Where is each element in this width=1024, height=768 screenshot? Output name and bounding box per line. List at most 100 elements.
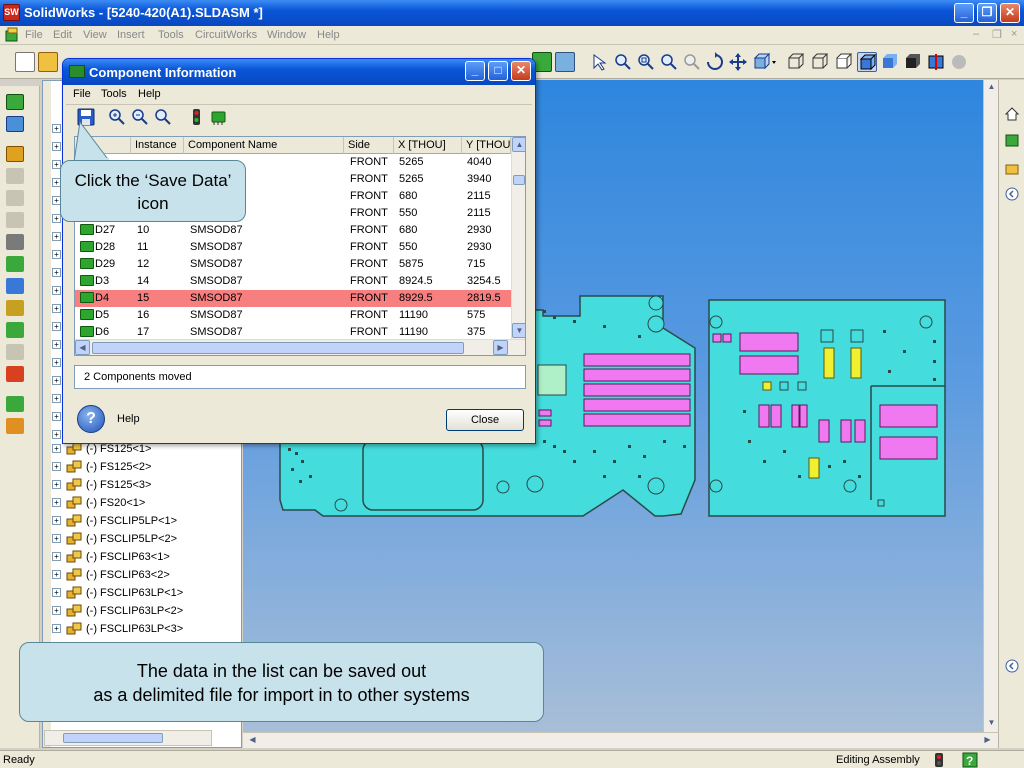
tree-item[interactable]: + (-) FSCLIP5LP<1> [52,512,238,530]
table-row[interactable]: D3 14 SMSOD87 FRONT 8924.5 3254.5 [75,273,511,290]
menu-insert[interactable]: Insert [117,29,145,41]
hidden-lines-visible-icon[interactable] [810,52,830,72]
viewport-vertical-scrollbar[interactable]: ▲ ▼ [983,80,999,732]
tree-scroll-thumb[interactable] [63,733,163,743]
tree-expand-toggle[interactable]: + [52,268,61,277]
tree-expand-toggle[interactable]: + [52,340,61,349]
menu-edit[interactable]: Edit [53,29,72,41]
mdi-close-button[interactable]: × [1011,28,1017,40]
exploded-view-icon[interactable] [6,322,24,338]
new-document-icon[interactable] [15,52,35,72]
tree-expand-toggle[interactable]: + [52,430,61,439]
dialog-menu-file[interactable]: File [73,88,91,100]
zoom-to-fit-icon[interactable] [154,108,172,126]
zoom-out-icon[interactable] [131,108,149,126]
zoom-selection-icon[interactable] [682,52,702,72]
menu-view[interactable]: View [83,29,107,41]
component-chip-icon[interactable] [210,108,228,126]
insert-component-icon[interactable] [6,146,24,162]
realview-icon[interactable] [949,52,969,72]
col-header-side[interactable]: Side [344,137,394,154]
tree-expand-toggle[interactable]: + [52,498,61,507]
tree-item[interactable]: + (-) FS20<1> [52,494,238,512]
tree-expand-toggle[interactable]: + [52,322,61,331]
hide-show-icon[interactable] [6,168,24,184]
dialog-maximize-button[interactable]: □ [488,61,508,81]
file-explorer-icon[interactable] [1004,160,1020,176]
table-row-selected[interactable]: D4 15 SMSOD87 FRONT 8929.5 2819.5 [75,290,511,307]
col-header-component-name[interactable]: Component Name [184,137,344,154]
mdi-minimize-button[interactable]: – [973,28,979,40]
col-header-y[interactable]: Y [THOU [462,137,511,154]
tree-expand-toggle[interactable]: + [52,232,61,241]
explode-line-icon[interactable] [6,344,24,360]
tree-expand-toggle[interactable]: + [52,570,61,579]
mate-icon[interactable] [6,234,24,250]
table-row[interactable]: D27 10 SMSOD87 FRONT 680 2930 [75,222,511,239]
shadows-icon[interactable] [903,52,923,72]
dialog-minimize-button[interactable]: _ [465,61,485,81]
menu-window[interactable]: Window [267,29,306,41]
help-question-icon[interactable]: ? [962,752,978,768]
table-row[interactable]: D28 11 SMSOD87 FRONT 550 2930 [75,239,511,256]
sketch-tools-icon[interactable] [6,116,24,132]
tree-expand-toggle[interactable]: + [52,444,61,453]
col-header-x[interactable]: X [THOU] [394,137,462,154]
features-icon[interactable] [6,396,24,412]
menu-circuitworks[interactable]: CircuitWorks [195,29,257,41]
scroll-down-arrow[interactable]: ▼ [984,716,999,731]
move-component-icon[interactable] [6,256,24,272]
dialog-close-x-button[interactable]: ✕ [511,61,531,81]
tree-item[interactable]: + (-) FSCLIP63<2> [52,566,238,584]
tree-expand-toggle[interactable]: + [52,250,61,259]
tree-item[interactable]: + (-) FS125<3> [52,476,238,494]
col-header-instance[interactable]: Instance [131,137,184,154]
inspect-icon[interactable] [555,52,575,72]
close-button[interactable]: Close [446,409,524,431]
tree-expand-toggle[interactable]: + [52,624,61,633]
interference-detection-icon[interactable] [6,366,24,382]
tree-horizontal-scrollbar[interactable] [44,730,212,746]
grid-scroll-up-arrow[interactable]: ▲ [512,137,525,152]
tree-expand-toggle[interactable]: + [52,304,61,313]
design-library-icon[interactable] [1004,132,1020,148]
tree-expand-toggle[interactable]: + [52,516,61,525]
grid-hscroll-thumb[interactable] [92,342,464,354]
traffic-light-icon[interactable] [187,108,205,126]
tree-expand-toggle[interactable]: + [52,376,61,385]
zoom-fit-icon[interactable] [613,52,633,72]
tree-item[interactable]: + (-) FSCLIP63LP<3> [52,620,238,638]
zoom-in-out-icon[interactable] [659,52,679,72]
tree-expand-toggle[interactable]: + [52,412,61,421]
simulation-icon[interactable] [6,418,24,434]
tree-item[interactable]: + (-) FSCLIP5LP<2> [52,530,238,548]
tree-expand-toggle[interactable]: + [52,286,61,295]
wireframe-icon[interactable] [786,52,806,72]
mdi-restore-button[interactable]: ❐ [992,28,1002,41]
dialog-titlebar[interactable]: Component Information _ □ ✕ [63,59,535,85]
tree-expand-toggle[interactable]: + [52,588,61,597]
help-label[interactable]: Help [117,413,140,425]
select-arrow-icon[interactable] [590,52,610,72]
collapse-pane-icon[interactable] [1004,186,1020,202]
section-view-icon[interactable] [926,52,946,72]
table-row[interactable]: D29 12 SMSOD87 FRONT 5875 715 [75,256,511,273]
viewport-horizontal-scrollbar[interactable]: ◀ ▶ [243,732,998,748]
dialog-menu-tools[interactable]: Tools [101,88,127,100]
table-row[interactable]: D5 16 SMSOD87 FRONT 11190 575 [75,307,511,324]
tree-expand-toggle[interactable]: + [52,462,61,471]
tree-item[interactable]: + (-) FSCLIP63<1> [52,548,238,566]
rebuild-traffic-light-icon[interactable] [934,753,944,767]
minimize-button[interactable]: _ [954,3,974,23]
change-suppression-icon[interactable] [6,212,24,228]
expand-pane-icon[interactable] [1004,658,1020,674]
tree-expand-toggle[interactable]: + [52,480,61,489]
scroll-right-arrow[interactable]: ▶ [980,733,995,748]
scroll-left-arrow[interactable]: ◀ [245,733,260,748]
solidworks-menu-icon[interactable] [4,27,20,43]
help-icon[interactable]: ? [77,405,105,433]
hidden-lines-removed-icon[interactable] [834,52,854,72]
zoom-area-icon[interactable] [636,52,656,72]
view-orientation-icon[interactable] [752,52,776,72]
grid-horizontal-scrollbar[interactable]: ◀ ▶ [75,339,525,355]
